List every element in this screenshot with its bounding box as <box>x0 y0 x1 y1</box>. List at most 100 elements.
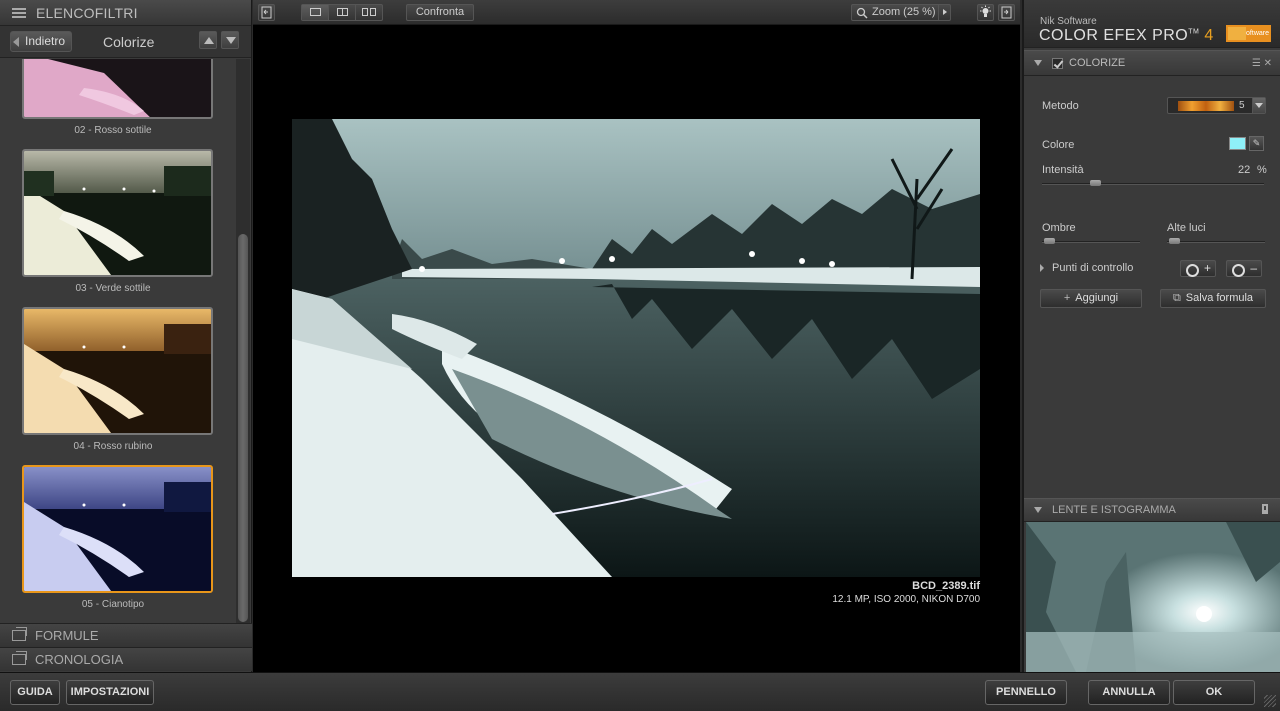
thumbnail-image <box>24 309 211 433</box>
cancel-button[interactable]: ANNULLA <box>1088 680 1170 705</box>
add-filter-button[interactable]: + Aggiungi <box>1040 289 1142 308</box>
filter-list-panel: ELENCOFILTRI Indietro Colorize 02 - Ross… <box>0 0 252 672</box>
settings-button[interactable]: IMPOSTAZIONI <box>66 680 154 705</box>
previous-arrow-button[interactable] <box>199 31 217 49</box>
panel-toggle-icon <box>261 6 272 19</box>
app-window: ELENCOFILTRI Indietro Colorize 02 - Ross… <box>0 0 1280 711</box>
thumbnail-verde-sottile[interactable] <box>22 149 213 277</box>
thumbnail-list: 02 - Rosso sottile 03 - Verde sottile 04… <box>0 59 236 623</box>
filter-nav-bar: Indietro Colorize <box>0 26 251 58</box>
intensity-label: Intensità <box>1042 164 1084 176</box>
side-by-side-button[interactable] <box>356 5 382 20</box>
scrollbar-thumb[interactable] <box>238 234 248 622</box>
collapse-triangle-icon[interactable] <box>1034 507 1042 513</box>
pin-icon[interactable] <box>1262 504 1268 514</box>
thumbnail-label: 02 - Rosso sottile <box>74 125 152 136</box>
section-formule[interactable]: FORMULE <box>0 623 252 647</box>
magnifier-icon <box>856 7 868 19</box>
photo-svg <box>292 119 980 577</box>
filter-enable-checkbox[interactable] <box>1052 57 1063 69</box>
filter-menu-icon[interactable]: ☰ ✕ <box>1252 58 1272 69</box>
lightbulb-icon <box>980 5 991 17</box>
thumbnail-image <box>24 151 211 275</box>
loupe-histogram-header[interactable]: LENTE E ISTOGRAMMA <box>1024 498 1280 522</box>
zoom-label: Zoom (25 %) <box>872 6 936 18</box>
view-mode-group <box>301 4 383 21</box>
preview-image[interactable] <box>292 119 980 577</box>
collapse-triangle-icon[interactable] <box>1034 60 1042 66</box>
image-filename: BCD_2389.tif <box>912 580 980 592</box>
image-metadata: 12.1 MP, ISO 2000, NIKON D700 <box>832 594 980 605</box>
ok-button[interactable]: OK <box>1173 680 1255 705</box>
resize-grip-icon[interactable] <box>1264 695 1276 707</box>
method-value: 5 <box>1239 100 1245 111</box>
loupe-image <box>1026 522 1280 672</box>
save-recipe-button[interactable]: ⧉ Salva formula <box>1160 289 1266 308</box>
zoom-button[interactable]: Zoom (25 %) <box>851 4 951 21</box>
zoom-arrow-icon <box>938 5 950 20</box>
panel-toggle-icon <box>1001 6 1012 19</box>
thumbnail-rosso-sottile[interactable] <box>22 59 213 119</box>
background-light-button[interactable] <box>977 4 994 21</box>
highlights-slider[interactable] <box>1167 238 1265 244</box>
dropdown-arrow-icon[interactable] <box>1252 98 1265 113</box>
shadows-slider-knob[interactable] <box>1044 238 1055 244</box>
side-by-side-icon <box>362 8 368 16</box>
method-select[interactable]: 5 <box>1167 97 1266 114</box>
nav-title: Colorize <box>103 34 155 50</box>
color-swatch[interactable] <box>1229 137 1246 150</box>
shadows-slider[interactable] <box>1042 238 1140 244</box>
thumbnail-image <box>24 59 211 117</box>
filter-list-title: ELENCOFILTRI <box>36 4 138 21</box>
loupe-preview[interactable] <box>1026 522 1280 672</box>
side-by-side-icon <box>370 8 376 16</box>
thumbnail-label: 03 - Verde sottile <box>75 283 151 294</box>
method-preview <box>1178 101 1234 111</box>
split-view-button[interactable] <box>329 5 356 20</box>
compare-button[interactable]: Confronta <box>406 4 474 21</box>
toggle-right-panel-button[interactable] <box>998 4 1015 21</box>
control-points-toggle[interactable]: Punti di controllo <box>1040 262 1133 274</box>
settings-panel: Nik Software COLOR EFEX PROTM 4 Software… <box>1022 0 1280 672</box>
thumbnail-cianotipo[interactable] <box>22 465 213 593</box>
plus-icon: + <box>1063 292 1071 304</box>
intensity-unit: % <box>1257 164 1267 176</box>
method-label: Metodo <box>1042 100 1079 112</box>
section-cronologia[interactable]: CRONOLOGIA <box>0 647 252 671</box>
preview-canvas[interactable]: BCD_2389.tif 12.1 MP, ISO 2000, NIKON D7… <box>253 25 1020 672</box>
single-view-button[interactable] <box>302 5 329 20</box>
color-label: Colore <box>1042 139 1075 151</box>
filter-list-header[interactable]: ELENCOFILTRI <box>0 0 251 26</box>
section-label: CRONOLOGIA <box>35 652 124 667</box>
intensity-slider-knob[interactable] <box>1090 180 1101 186</box>
formulas-icon <box>12 627 27 641</box>
section-label: FORMULE <box>35 628 99 643</box>
thumbnail-scrollbar[interactable] <box>236 59 250 623</box>
thumbnail-label: 05 - Cianotipo <box>81 599 145 610</box>
back-button[interactable]: Indietro <box>10 31 73 52</box>
list-icon <box>12 7 26 18</box>
filter-title: COLORIZE <box>1069 57 1126 69</box>
toggle-left-panel-button[interactable] <box>258 4 275 21</box>
next-arrow-button[interactable] <box>221 31 239 49</box>
single-view-icon <box>310 8 321 16</box>
brand-product: COLOR EFEX PROTM 4 <box>1039 27 1214 44</box>
thumbnail-label: 04 - Rosso rubino <box>73 441 153 452</box>
add-control-point-button[interactable]: + <box>1180 260 1216 277</box>
intensity-slider[interactable] <box>1042 180 1264 186</box>
highlights-slider-knob[interactable] <box>1169 238 1180 244</box>
help-button[interactable]: GUIDA <box>10 680 60 705</box>
remove-control-point-button[interactable]: – <box>1226 260 1262 277</box>
filter-header[interactable]: COLORIZE ☰ ✕ <box>1024 50 1280 76</box>
eyedropper-icon[interactable]: ✎ <box>1249 136 1264 151</box>
thumbnail-image <box>24 467 211 591</box>
shadows-label: Ombre <box>1042 222 1076 234</box>
thumbnail-rosso-rubino[interactable] <box>22 307 213 435</box>
highlights-label: Alte luci <box>1167 222 1206 234</box>
save-icon: ⧉ <box>1172 292 1181 304</box>
bottom-bar: GUIDA IMPOSTAZIONI PENNELLO ANNULLA OK <box>0 672 1280 711</box>
preview-toolbar: Confronta Zoom (25 %) <box>253 0 1020 25</box>
nik-logo: Software <box>1226 25 1271 42</box>
brush-button[interactable]: PENNELLO <box>985 680 1067 705</box>
history-icon <box>12 651 27 665</box>
